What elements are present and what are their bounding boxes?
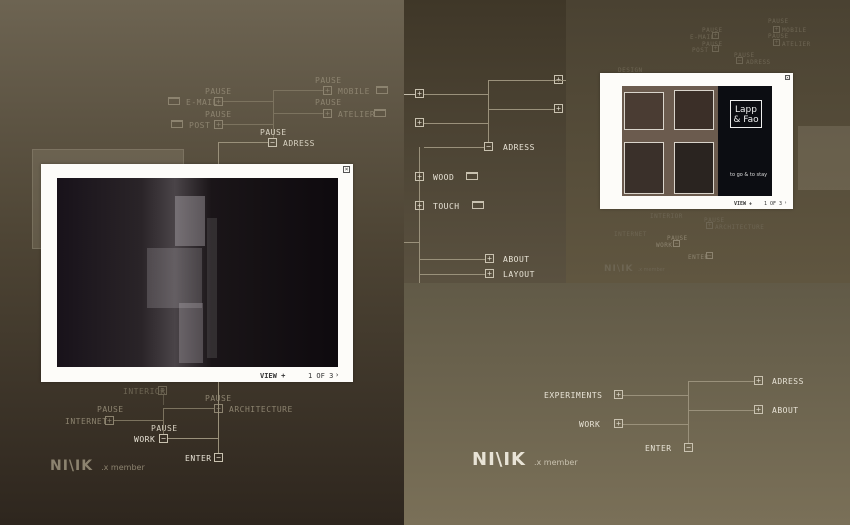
adress-toggle[interactable]: −	[268, 138, 277, 147]
view-more-button[interactable]: VIEW +	[260, 372, 285, 380]
video-frame[interactable]	[57, 178, 338, 367]
menu-item-experiments[interactable]: EXPERIMENTS	[544, 391, 602, 401]
post-toggle[interactable]: +	[214, 120, 223, 129]
menu-item-enter[interactable]: ENTER	[645, 444, 672, 454]
page-indicator: 1 OF 3	[308, 372, 334, 380]
menu-item-adress[interactable]: ADRESS	[283, 139, 315, 149]
background-window	[798, 126, 850, 190]
menu-item-atelier[interactable]: ATELIER	[782, 40, 811, 50]
wood-toggle[interactable]: +	[415, 172, 424, 181]
logo-subtitle: .x member	[637, 267, 665, 273]
atelier-toggle[interactable]: +	[323, 109, 332, 118]
sign-name: Lapp & Fao	[730, 100, 762, 128]
folder-icon	[171, 120, 183, 128]
menu-item-mobile[interactable]: MOBILE	[338, 87, 370, 97]
menu-item-wood[interactable]: WOOD	[433, 173, 454, 183]
folder-icon	[374, 109, 386, 117]
left-panel: PAUSE PAUSE E-MAIL + PAUSE POST + + MOBI…	[0, 0, 404, 525]
brand-logo[interactable]: NI\IK .x member	[50, 455, 145, 474]
experiments-toggle[interactable]: +	[614, 390, 623, 399]
logo-mark: NI\IK	[472, 449, 526, 470]
folder-icon	[376, 86, 388, 94]
menu-item-enter[interactable]: ENTER	[185, 454, 212, 464]
menu-item-atelier[interactable]: ATELIER	[338, 110, 375, 120]
enter-toggle[interactable]: −	[214, 453, 223, 462]
logo-subtitle: .x member	[101, 463, 145, 472]
page-indicator: 1 OF 3	[764, 201, 783, 207]
menu-item-work[interactable]: WORK	[656, 241, 672, 251]
menu-item-work[interactable]: WORK	[579, 420, 600, 430]
enter-toggle[interactable]: −	[684, 443, 693, 452]
about-toggle[interactable]: +	[754, 405, 763, 414]
menu-item-architecture[interactable]: ARCHITECTURE	[715, 223, 764, 233]
menu-item-about[interactable]: ABOUT	[503, 255, 530, 265]
enter-toggle[interactable]: −	[706, 252, 713, 259]
top-right-panel: PAUSE PAUSE E-MAIL + PAUSE + MOBILE POST…	[566, 0, 850, 283]
pause-label: PAUSE	[315, 98, 342, 107]
brand-logo[interactable]: NI\IK .x member	[472, 449, 578, 470]
work-toggle[interactable]: −	[673, 240, 680, 247]
adress-toggle[interactable]: −	[484, 142, 493, 151]
menu-item-work[interactable]: WORK	[134, 435, 155, 445]
close-icon[interactable]: ×	[785, 75, 790, 80]
menu-item-layout[interactable]: LAYOUT	[503, 270, 535, 280]
adress-toggle[interactable]: −	[736, 57, 743, 64]
menu-item-internet[interactable]: INTERNET	[614, 230, 647, 240]
menu-item-touch[interactable]: TOUCH	[433, 202, 460, 212]
sign-tagline: to go & to stay	[730, 172, 768, 178]
pause-label: PAUSE	[151, 424, 178, 433]
logo-mark: NI\IK	[50, 458, 94, 474]
expand-toggle[interactable]: +	[415, 89, 424, 98]
photo-window[interactable]: × Lapp & Fao to go & to stay VIEW + 1 OF…	[600, 73, 793, 209]
atelier-toggle[interactable]: +	[773, 39, 780, 46]
bottom-right-panel: EXPERIMENTS + WORK + + ADRESS + ABOUT EN…	[404, 283, 850, 525]
logo-mark: NI\IK	[604, 264, 634, 274]
post-toggle[interactable]: +	[712, 45, 719, 52]
pause-label: PAUSE	[260, 128, 287, 137]
interior-toggle[interactable]: +	[158, 386, 167, 395]
close-icon[interactable]: ×	[343, 166, 350, 173]
menu-item-architecture[interactable]: ARCHITECTURE	[229, 405, 293, 415]
store-sign: Lapp & Fao to go & to stay	[718, 86, 772, 196]
expand-toggle[interactable]: +	[554, 104, 563, 113]
view-more-button[interactable]: VIEW +	[734, 201, 752, 207]
about-toggle[interactable]: +	[485, 254, 494, 263]
center-panel: + + + + − ADRESS + WOOD + TOUCH + ABOUT …	[404, 0, 566, 283]
folder-icon	[466, 172, 478, 180]
expand-toggle[interactable]: +	[415, 118, 424, 127]
folder-icon	[168, 97, 180, 105]
touch-toggle[interactable]: +	[415, 201, 424, 210]
brand-logo[interactable]: NI\IK .x member	[604, 256, 665, 275]
video-window[interactable]: × VIEW + 1 OF 3 ›	[41, 164, 353, 382]
internet-toggle[interactable]: +	[105, 416, 114, 425]
architecture-toggle[interactable]: +	[706, 222, 713, 229]
next-icon[interactable]: ›	[784, 200, 787, 206]
menu-item-internet[interactable]: INTERNET	[65, 417, 108, 427]
pause-label: PAUSE	[205, 110, 232, 119]
folder-icon	[472, 201, 484, 209]
next-icon[interactable]: ›	[335, 371, 339, 379]
menu-item-adress[interactable]: ADRESS	[503, 143, 535, 153]
layout-toggle[interactable]: +	[485, 269, 494, 278]
menu-item-interior[interactable]: INTERIOR	[650, 212, 683, 222]
menu-item-post[interactable]: POST	[692, 46, 708, 56]
menu-item-adress[interactable]: ADRESS	[772, 377, 804, 387]
logo-subtitle: .x member	[533, 458, 578, 467]
pause-label: PAUSE	[205, 87, 232, 96]
work-toggle[interactable]: +	[614, 419, 623, 428]
pause-label: PAUSE	[315, 76, 342, 85]
adress-toggle[interactable]: +	[754, 376, 763, 385]
mobile-toggle[interactable]: +	[323, 86, 332, 95]
storefront-photo[interactable]: Lapp & Fao to go & to stay	[622, 86, 772, 196]
work-toggle[interactable]: −	[159, 434, 168, 443]
email-toggle[interactable]: +	[712, 32, 719, 39]
pause-label: PAUSE	[97, 405, 124, 414]
menu-item-adress[interactable]: ADRESS	[746, 58, 771, 68]
menu-item-about[interactable]: ABOUT	[772, 406, 799, 416]
menu-item-post[interactable]: POST	[189, 121, 210, 131]
email-toggle[interactable]: +	[214, 97, 223, 106]
